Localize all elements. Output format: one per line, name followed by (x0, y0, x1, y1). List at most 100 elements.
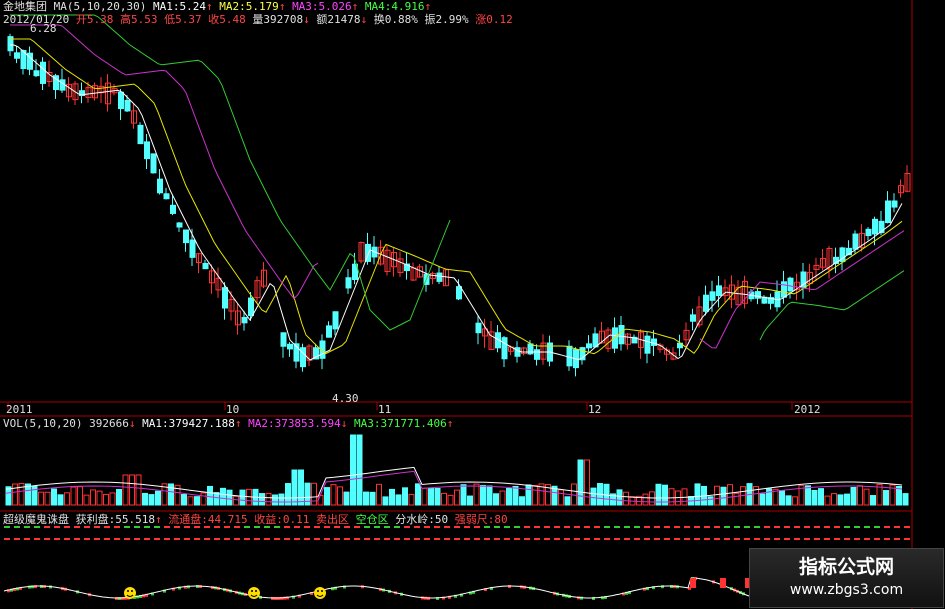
vol-ma2: MA2:373853.594 (248, 417, 341, 430)
volume-bar (694, 483, 701, 506)
level-dash (884, 538, 890, 540)
level-dash (504, 538, 510, 540)
level-dash (254, 526, 260, 528)
smiley-eye (255, 590, 257, 592)
volume-bar (506, 487, 512, 506)
candle-body (150, 153, 157, 174)
level-dash (584, 538, 590, 540)
level-dash (134, 538, 140, 540)
level-dash (904, 538, 910, 540)
level-dash (4, 526, 10, 528)
level-dash (344, 538, 350, 540)
level-dash (754, 526, 760, 528)
level-dash (804, 526, 810, 528)
volume-bar (265, 492, 272, 506)
level-dash (584, 526, 590, 528)
level-dash (494, 538, 500, 540)
level-dash (434, 538, 440, 540)
price-max-label: 6.28 (30, 22, 57, 35)
volume-bar (590, 487, 597, 506)
level-dash (594, 526, 600, 528)
amplitude-value: 振2.99% (424, 13, 469, 26)
volume-bar (77, 486, 83, 506)
candle-body (33, 70, 40, 77)
candle-body (345, 277, 352, 289)
level-dash (244, 526, 250, 528)
volume-bar (142, 492, 148, 506)
volume-bar (493, 493, 499, 506)
level-dash (864, 538, 870, 540)
level-dash (144, 526, 150, 528)
volume-bar (720, 486, 727, 506)
level-dash (774, 538, 780, 540)
volume-bar (129, 474, 135, 506)
volume-bar (148, 494, 155, 506)
level-dash (404, 526, 410, 528)
level-dash (184, 526, 190, 528)
volume-bar (902, 493, 909, 506)
level-dash (624, 526, 630, 528)
candle-body (170, 204, 176, 214)
candle-body (709, 291, 716, 301)
volume-bar (51, 488, 57, 506)
volume-bar (512, 485, 519, 506)
volume-bar (376, 483, 382, 506)
volume-bar (792, 496, 798, 506)
level-dash (724, 526, 730, 528)
volume-bar (733, 492, 740, 506)
level-dash (564, 538, 570, 540)
ma2-up-icon: ↑ (278, 0, 286, 13)
candle-body (787, 277, 794, 292)
level-dash (354, 526, 360, 528)
volume-bar (616, 489, 623, 506)
volume-bar (564, 496, 571, 506)
level-dash (484, 526, 490, 528)
candle-body (436, 272, 443, 282)
level-dash (824, 526, 830, 528)
ma1-up-icon: ↑ (205, 0, 213, 13)
level-dash (424, 538, 430, 540)
smiley-eye (317, 590, 319, 592)
volume-bar (714, 485, 720, 506)
level-dash (54, 526, 60, 528)
level-dash (614, 526, 620, 528)
sell-zone-label: 卖出区 (315, 513, 349, 526)
vol-down-icon: ↓ (128, 417, 136, 430)
volume-bar (324, 487, 330, 506)
level-dash (504, 526, 510, 528)
level-dash (894, 526, 900, 528)
volume-bar (519, 496, 525, 506)
candle-body (865, 228, 872, 237)
candle-body (144, 141, 150, 160)
smiley-icon (248, 587, 260, 599)
low-value: 低5.37 (164, 13, 202, 26)
level-dash (794, 538, 800, 540)
level-dash (144, 538, 150, 540)
volume-bar (811, 489, 818, 506)
candle-body (891, 200, 898, 208)
level-dash (764, 538, 770, 540)
ohlc-header: 2012/01/20 开5.38 高5.53 低5.37 收5.48 量3927… (3, 14, 513, 26)
level-dash (554, 526, 560, 528)
level-dash (24, 526, 30, 528)
profit-up-icon: ↑ (154, 513, 162, 526)
vol-ma3-up-icon: ↑ (446, 417, 454, 430)
level-dash (844, 538, 850, 540)
level-dash (474, 526, 480, 528)
level-dash (204, 526, 210, 528)
ma30-line-right (759, 270, 905, 341)
level-dash (214, 526, 220, 528)
level-dash (534, 538, 540, 540)
level-dash (184, 538, 190, 540)
smiley-icon (124, 587, 136, 599)
smiley-eye (251, 590, 253, 592)
volume-bar (363, 491, 369, 506)
level-dash (244, 538, 250, 540)
level-dash (364, 538, 370, 540)
amount-value: 额21478 (316, 13, 361, 26)
volume-bar (44, 491, 51, 506)
level-dash (254, 538, 260, 540)
level-dash (834, 538, 840, 540)
level-dash (754, 538, 760, 540)
level-dash (854, 538, 860, 540)
